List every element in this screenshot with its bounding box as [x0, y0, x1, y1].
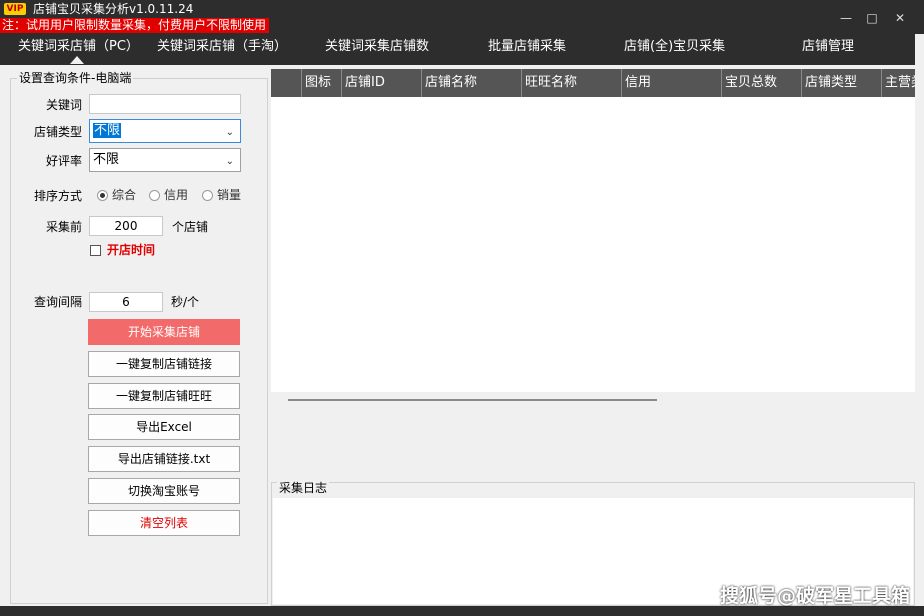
tab-keyword-shop-pc[interactable]: 关键词采店铺（PC） [18, 38, 139, 56]
scrollbar-thumb[interactable] [288, 399, 657, 401]
interval-unit: 秒/个 [171, 295, 200, 309]
shop-type-label: 店铺类型 [33, 125, 82, 139]
trial-notice: 注：试用用户限制数量采集，付费用户不限制使用 [0, 18, 270, 33]
column-header-item-count[interactable]: 宝贝总数 [721, 69, 801, 97]
collect-count-label: 采集前 [45, 220, 82, 234]
shop-type-value: 不限 [93, 123, 122, 138]
vip-badge: VIP [4, 3, 26, 15]
shop-type-select[interactable]: 不限 ⌄ [89, 119, 241, 143]
sort-radio-credit[interactable] [149, 190, 160, 201]
column-header-icon[interactable]: 图标 [301, 69, 341, 97]
tab-bar: 关键词采店铺（PC） 关键词采店铺（手淘） 关键词采集店铺数 批量店铺采集 店铺… [0, 34, 924, 65]
app-title: 店铺宝贝采集分析v1.0.11.24 [33, 2, 194, 16]
sort-credit-label: 信用 [164, 188, 189, 202]
rating-label: 好评率 [45, 154, 82, 168]
start-collect-button[interactable]: 开始采集店铺 [88, 319, 240, 345]
column-header-main-category[interactable]: 主营类 [881, 69, 915, 97]
column-header-credit[interactable]: 信用 [621, 69, 721, 97]
export-txt-button[interactable]: 导出店铺链接.txt [88, 446, 240, 472]
keyword-label: 关键词 [45, 98, 82, 112]
tab-batch-shop[interactable]: 批量店铺采集 [488, 38, 566, 56]
column-header-rownum[interactable] [271, 69, 301, 97]
sort-general-label: 综合 [112, 188, 137, 202]
sort-radio-general[interactable] [97, 190, 108, 201]
copy-shop-wangwang-button[interactable]: 一键复制店铺旺旺 [88, 383, 240, 409]
column-header-shop-type[interactable]: 店铺类型 [801, 69, 881, 97]
query-settings-title: 设置查询条件-电脑端 [17, 71, 134, 86]
tab-keyword-shop-count[interactable]: 关键词采集店铺数 [325, 38, 429, 56]
column-header-wangwang[interactable]: 旺旺名称 [521, 69, 621, 97]
interval-label: 查询间隔 [33, 295, 82, 309]
close-icon[interactable]: ✕ [890, 8, 910, 28]
sort-sales-label: 销量 [217, 188, 242, 202]
interval-input[interactable]: 6 [89, 292, 163, 312]
chevron-down-icon: ⌄ [225, 156, 234, 167]
maximize-icon[interactable]: □ [862, 8, 882, 28]
tab-shop-items[interactable]: 店铺(全)宝贝采集 [624, 38, 725, 56]
copy-shop-link-button[interactable]: 一键复制店铺链接 [88, 351, 240, 377]
open-time-checkbox[interactable] [90, 245, 101, 256]
collect-count-unit: 个店铺 [172, 220, 209, 234]
column-header-shop-name[interactable]: 店铺名称 [421, 69, 521, 97]
sort-label: 排序方式 [33, 189, 82, 203]
collect-count-input[interactable]: 200 [89, 216, 163, 236]
open-time-label: 开店时间 [107, 243, 156, 257]
rating-value: 不限 [93, 152, 120, 167]
window-vertical-scrollbar[interactable] [915, 34, 924, 606]
export-excel-button[interactable]: 导出Excel [88, 414, 240, 440]
active-tab-indicator [70, 56, 84, 64]
switch-account-button[interactable]: 切换淘宝账号 [88, 478, 240, 504]
log-title: 采集日志 [277, 481, 330, 496]
rating-select[interactable]: 不限 ⌄ [89, 148, 241, 172]
tab-shop-manage[interactable]: 店铺管理 [802, 38, 854, 56]
results-table[interactable]: 图标 店铺ID 店铺名称 旺旺名称 信用 宝贝总数 店铺类型 主营类 [271, 69, 915, 409]
sort-radio-sales[interactable] [202, 190, 213, 201]
clear-list-button[interactable]: 清空列表 [88, 510, 240, 536]
title-bar: VIP 店铺宝贝采集分析v1.0.11.24 注：试用用户限制数量采集，付费用户… [0, 0, 924, 34]
tab-keyword-shop-mobile[interactable]: 关键词采店铺（手淘） [157, 38, 287, 56]
table-header: 图标 店铺ID 店铺名称 旺旺名称 信用 宝贝总数 店铺类型 主营类 [271, 69, 915, 97]
chevron-down-icon: ⌄ [225, 127, 234, 138]
minimize-icon[interactable]: — [836, 8, 856, 28]
watermark: 搜狐号@破军星工具箱 [720, 585, 911, 607]
column-header-shop-id[interactable]: 店铺ID [341, 69, 421, 97]
keyword-input[interactable] [89, 94, 241, 114]
table-horizontal-scrollbar[interactable] [271, 392, 915, 409]
